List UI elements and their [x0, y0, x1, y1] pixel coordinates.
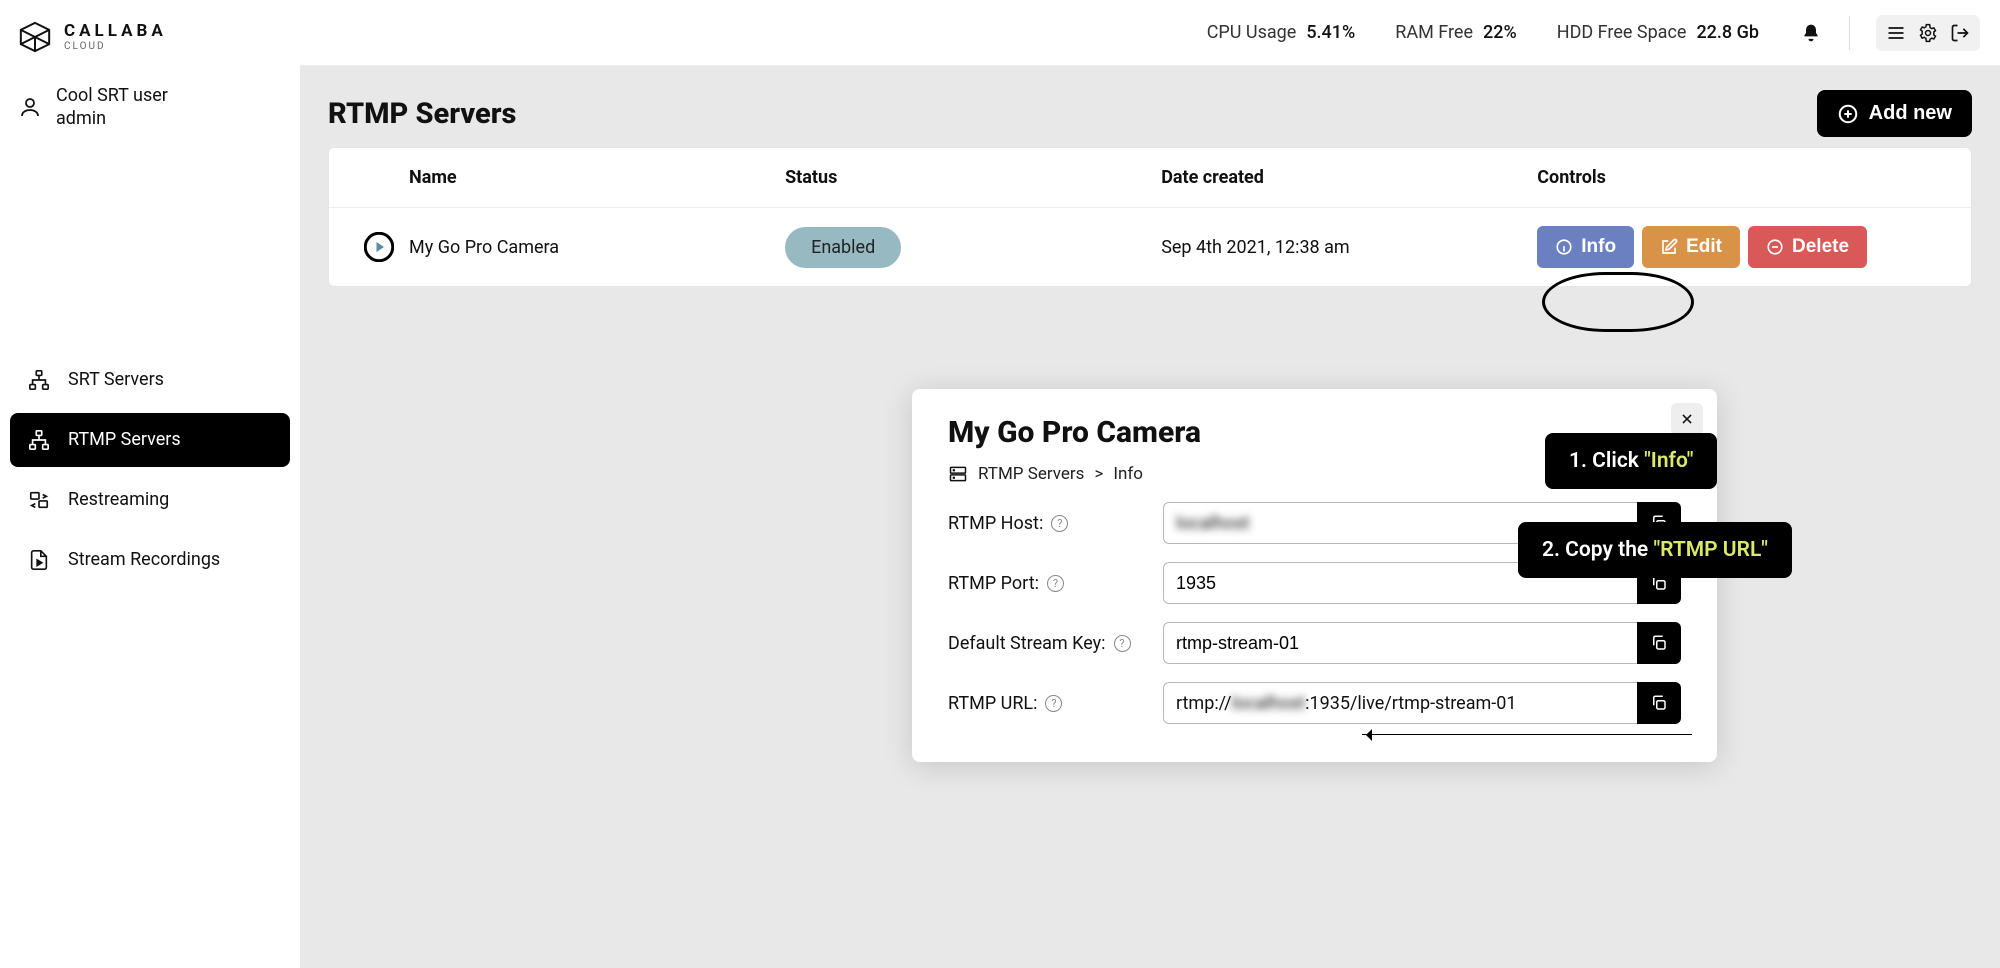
- sidebar-item-srt-servers[interactable]: SRT Servers: [10, 353, 290, 407]
- restream-icon: [28, 489, 50, 511]
- copy-url-button[interactable]: [1637, 682, 1681, 724]
- sidebar-item-restreaming[interactable]: Restreaming: [10, 473, 290, 527]
- info-button[interactable]: Info: [1537, 226, 1634, 268]
- menu-icon[interactable]: [1884, 21, 1908, 45]
- edit-icon: [1660, 238, 1678, 256]
- gear-icon[interactable]: [1916, 21, 1940, 45]
- file-video-icon: [28, 549, 50, 571]
- sidebar: CALLABA CLOUD Cool SRT user admin SRT Se…: [0, 0, 300, 968]
- annotation-click-info: 1. Click "Info": [1545, 433, 1717, 489]
- user-line2: admin: [56, 107, 168, 130]
- logout-icon[interactable]: [1948, 21, 1972, 45]
- divider: [1849, 16, 1850, 50]
- user-line1: Cool SRT user: [56, 84, 168, 107]
- annotation-arrow: [1362, 734, 1692, 735]
- field-rtmp-url: RTMP URL:? rtmp://localhost:1935/live/rt…: [948, 682, 1681, 724]
- table-header: Name Status Date created Controls: [329, 148, 1971, 208]
- close-button[interactable]: [1671, 403, 1703, 435]
- row-date: Sep 4th 2021, 12:38 am: [1161, 237, 1537, 258]
- logo-title: CALLABA: [64, 23, 167, 40]
- main: CPU Usage 5.41% RAM Free 22% HDD Free Sp…: [300, 0, 2000, 968]
- close-icon: [1680, 412, 1694, 426]
- logo: CALLABA CLOUD: [10, 14, 290, 70]
- user-block: Cool SRT user admin: [10, 70, 290, 153]
- sidebar-item-label: SRT Servers: [68, 369, 164, 390]
- servers-table: Name Status Date created Controls My Go …: [328, 147, 1972, 287]
- logo-icon: [18, 20, 52, 54]
- topbar: CPU Usage 5.41% RAM Free 22% HDD Free Sp…: [300, 0, 2000, 66]
- col-name: Name: [409, 167, 785, 188]
- network-icon: [28, 429, 50, 451]
- delete-button[interactable]: Delete: [1748, 226, 1867, 268]
- help-icon[interactable]: ?: [1047, 575, 1064, 592]
- annotation-copy-url: 2. Copy the "RTMP URL": [1518, 522, 1792, 578]
- edit-button[interactable]: Edit: [1642, 226, 1740, 268]
- stat-ram: RAM Free 22%: [1395, 22, 1516, 43]
- content: RTMP Servers Add new Name Status Date cr…: [300, 66, 2000, 968]
- play-icon[interactable]: [349, 232, 409, 262]
- copy-icon: [1650, 634, 1668, 652]
- status-badge: Enabled: [785, 227, 901, 268]
- page-title: RTMP Servers: [328, 97, 516, 131]
- sidebar-item-label: RTMP Servers: [68, 429, 181, 450]
- stat-cpu: CPU Usage 5.41%: [1207, 22, 1356, 43]
- sidebar-item-label: Restreaming: [68, 489, 169, 510]
- copy-key-button[interactable]: [1637, 622, 1681, 664]
- col-controls: Controls: [1537, 167, 1951, 188]
- help-icon[interactable]: ?: [1045, 695, 1062, 712]
- stat-hdd: HDD Free Space 22.8 Gb: [1557, 22, 1759, 43]
- field-stream-key: Default Stream Key:?: [948, 622, 1681, 664]
- rtmp-url-input[interactable]: rtmp://localhost:1935/live/rtmp-stream-0…: [1163, 682, 1637, 724]
- server-icon: [948, 464, 968, 484]
- sidebar-item-stream-recordings[interactable]: Stream Recordings: [10, 533, 290, 587]
- row-name: My Go Pro Camera: [409, 237, 785, 258]
- table-row: My Go Pro Camera Enabled Sep 4th 2021, 1…: [329, 208, 1971, 286]
- minus-circle-icon: [1766, 238, 1784, 256]
- help-icon[interactable]: ?: [1114, 635, 1131, 652]
- user-icon: [18, 95, 42, 119]
- col-date: Date created: [1161, 167, 1537, 188]
- info-circle-icon: [1555, 238, 1573, 256]
- sidebar-item-rtmp-servers[interactable]: RTMP Servers: [10, 413, 290, 467]
- add-new-button[interactable]: Add new: [1817, 90, 1972, 137]
- bell-icon[interactable]: [1799, 21, 1823, 45]
- sidebar-nav: SRT Servers RTMP Servers Restreaming Str…: [10, 353, 290, 587]
- copy-icon: [1650, 694, 1668, 712]
- network-icon: [28, 369, 50, 391]
- sidebar-item-label: Stream Recordings: [68, 549, 220, 570]
- col-status: Status: [785, 167, 1161, 188]
- logo-sub: CLOUD: [64, 42, 167, 52]
- plus-circle-icon: [1837, 103, 1859, 125]
- stream-key-input[interactable]: [1163, 622, 1637, 664]
- help-icon[interactable]: ?: [1051, 515, 1068, 532]
